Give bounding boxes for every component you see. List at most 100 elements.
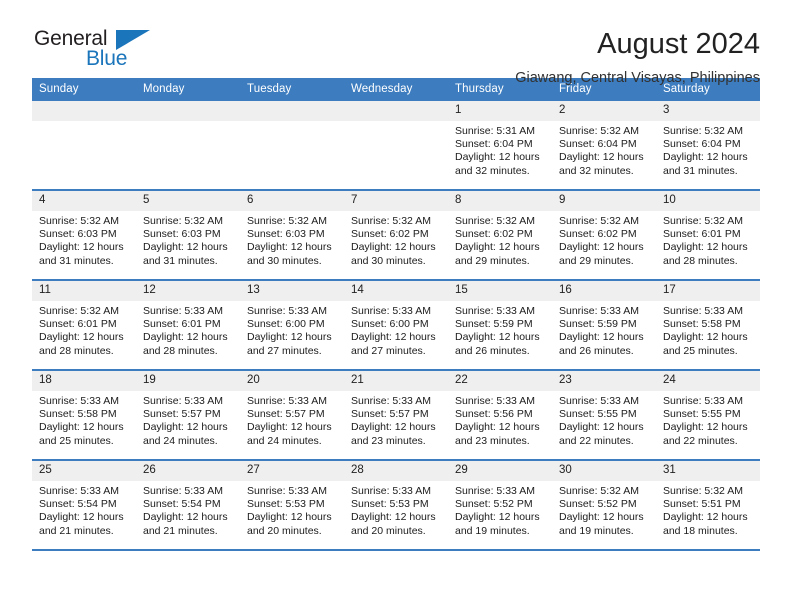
day-number: 9 — [552, 191, 656, 211]
calendar-cell-day[interactable]: 24 Sunrise: 5:33 AM Sunset: 5:55 PM Dayligh… — [656, 369, 760, 460]
calendar-cell-day[interactable]: 20 Sunrise: 5:33 AM Sunset: 5:57 PM Dayligh… — [240, 369, 344, 460]
day-info-line: Sunset: 6:00 PM — [247, 318, 325, 331]
day-sun-info: Sunrise: 5:33 AM Sunset: 5:53 PM Daylight:… — [344, 481, 448, 538]
calendar-cell-day[interactable]: 19 Sunrise: 5:33 AM Sunset: 5:57 PM Dayligh… — [136, 369, 240, 460]
day-cell: 17 Sunrise: 5:33 AM Sunset: 5:58 PM Dayligh… — [656, 281, 760, 369]
day-info-line: Daylight: 12 hours — [247, 241, 332, 254]
day-info-line: and 19 minutes. — [559, 524, 634, 537]
day-info-line: Sunset: 5:51 PM — [663, 498, 741, 511]
day-cell: 10 Sunrise: 5:32 AM Sunset: 6:01 PM Dayligh… — [656, 191, 760, 279]
calendar-cell-day[interactable]: 22 Sunrise: 5:33 AM Sunset: 5:56 PM Dayligh… — [448, 369, 552, 460]
day-number: 24 — [656, 371, 760, 391]
day-number: 29 — [448, 461, 552, 481]
day-sun-info: Sunrise: 5:33 AM Sunset: 5:53 PM Daylight:… — [240, 481, 344, 538]
calendar-cell-day[interactable]: 25 Sunrise: 5:33 AM Sunset: 5:54 PM Dayligh… — [32, 459, 136, 549]
day-info-line: Daylight: 12 hours — [143, 421, 228, 434]
calendar-cell-day[interactable]: 4 Sunrise: 5:32 AM Sunset: 6:03 PM Daylight… — [32, 189, 136, 280]
day-info-line: Daylight: 12 hours — [663, 151, 748, 164]
calendar-week-row: 4 Sunrise: 5:32 AM Sunset: 6:03 PM Daylight… — [32, 189, 760, 280]
day-cell: 28 Sunrise: 5:33 AM Sunset: 5:53 PM Dayligh… — [344, 461, 448, 549]
day-info-line: and 20 minutes. — [247, 524, 322, 537]
day-info-line: Sunset: 6:03 PM — [247, 228, 325, 241]
calendar-cell-day[interactable]: 21 Sunrise: 5:33 AM Sunset: 5:57 PM Dayligh… — [344, 369, 448, 460]
calendar-cell-day[interactable]: 15 Sunrise: 5:33 AM Sunset: 5:59 PM Dayligh… — [448, 279, 552, 370]
calendar-cell-day[interactable]: 23 Sunrise: 5:33 AM Sunset: 5:55 PM Dayligh… — [552, 369, 656, 460]
day-info-line: Sunset: 5:54 PM — [143, 498, 221, 511]
day-number: 20 — [240, 371, 344, 391]
day-info-line: Daylight: 12 hours — [247, 511, 332, 524]
calendar-cell-day[interactable]: 26 Sunrise: 5:33 AM Sunset: 5:54 PM Dayligh… — [136, 459, 240, 549]
calendar-cell-day[interactable]: 11 Sunrise: 5:32 AM Sunset: 6:01 PM Dayligh… — [32, 279, 136, 370]
calendar-cell-day[interactable]: 7 Sunrise: 5:32 AM Sunset: 6:02 PM Daylight… — [344, 189, 448, 280]
calendar-cell-day[interactable]: 6 Sunrise: 5:32 AM Sunset: 6:03 PM Daylight… — [240, 189, 344, 280]
calendar-table: Sunday Monday Tuesday Wednesday Thursday Frid… — [32, 78, 760, 549]
day-info-line: Sunrise: 5:33 AM — [455, 485, 535, 497]
day-info-line: Daylight: 12 hours — [663, 511, 748, 524]
day-info-line: Daylight: 12 hours — [455, 421, 540, 434]
day-info-line: and 18 minutes. — [663, 524, 738, 537]
calendar-cell-day[interactable]: 2 Sunrise: 5:32 AM Sunset: 6:04 PM Daylight… — [552, 101, 656, 190]
calendar-cell-day[interactable]: 3 Sunrise: 5:32 AM Sunset: 6:04 PM Daylight… — [656, 101, 760, 190]
day-cell: 24 Sunrise: 5:33 AM Sunset: 5:55 PM Dayligh… — [656, 371, 760, 459]
calendar-cell-day[interactable]: 31 Sunrise: 5:32 AM Sunset: 5:51 PM Dayligh… — [656, 459, 760, 549]
day-sun-info — [32, 121, 136, 125]
day-info-line: Sunset: 5:55 PM — [663, 408, 741, 421]
day-cell: 15 Sunrise: 5:33 AM Sunset: 5:59 PM Dayligh… — [448, 281, 552, 369]
calendar-cell-day[interactable]: 13 Sunrise: 5:33 AM Sunset: 6:00 PM Dayligh… — [240, 279, 344, 370]
calendar-cell-day[interactable]: 30 Sunrise: 5:32 AM Sunset: 5:52 PM Dayligh… — [552, 459, 656, 549]
day-info-line: and 23 minutes. — [455, 434, 530, 447]
day-cell: 26 Sunrise: 5:33 AM Sunset: 5:54 PM Dayligh… — [136, 461, 240, 549]
calendar-cell-day[interactable]: 18 Sunrise: 5:33 AM Sunset: 5:58 PM Dayligh… — [32, 369, 136, 460]
calendar-cell-day[interactable]: 9 Sunrise: 5:32 AM Sunset: 6:02 PM Daylight… — [552, 189, 656, 280]
calendar-week-row: 18 Sunrise: 5:33 AM Sunset: 5:58 PM Dayligh… — [32, 369, 760, 460]
day-sun-info: Sunrise: 5:33 AM Sunset: 5:55 PM Daylight:… — [552, 391, 656, 448]
calendar-cell-day[interactable]: 27 Sunrise: 5:33 AM Sunset: 5:53 PM Dayligh… — [240, 459, 344, 549]
calendar-cell-day[interactable]: 17 Sunrise: 5:33 AM Sunset: 5:58 PM Dayligh… — [656, 279, 760, 370]
day-cell: 2 Sunrise: 5:32 AM Sunset: 6:04 PM Daylight… — [552, 101, 656, 189]
day-info-line: Sunset: 5:57 PM — [143, 408, 221, 421]
day-cell: 29 Sunrise: 5:33 AM Sunset: 5:52 PM Dayligh… — [448, 461, 552, 549]
day-sun-info: Sunrise: 5:33 AM Sunset: 5:52 PM Daylight:… — [448, 481, 552, 538]
day-cell: 30 Sunrise: 5:32 AM Sunset: 5:52 PM Dayligh… — [552, 461, 656, 549]
calendar-cell-day[interactable]: 16 Sunrise: 5:33 AM Sunset: 5:59 PM Dayligh… — [552, 279, 656, 370]
day-sun-info: Sunrise: 5:33 AM Sunset: 6:00 PM Daylight:… — [240, 301, 344, 358]
calendar-cell-day[interactable]: 12 Sunrise: 5:33 AM Sunset: 6:01 PM Dayligh… — [136, 279, 240, 370]
calendar-bottom-rule — [32, 549, 760, 551]
day-sun-info — [240, 121, 344, 125]
day-info-line: Sunset: 6:01 PM — [39, 318, 117, 331]
calendar-body: 1 Sunrise: 5:31 AM Sunset: 6:04 PM Daylight… — [32, 101, 760, 549]
day-sun-info: Sunrise: 5:32 AM Sunset: 6:03 PM Daylight:… — [136, 211, 240, 268]
title-block: August 2024 Giawang, Central Visayas, Ph… — [157, 27, 760, 88]
day-info-line: Sunrise: 5:33 AM — [663, 395, 743, 407]
day-info-line: Sunset: 5:52 PM — [559, 498, 637, 511]
day-sun-info: Sunrise: 5:33 AM Sunset: 5:58 PM Daylight:… — [656, 301, 760, 358]
day-cell: 4 Sunrise: 5:32 AM Sunset: 6:03 PM Daylight… — [32, 191, 136, 279]
day-info-line: Sunrise: 5:32 AM — [559, 485, 639, 497]
calendar-cell-day[interactable]: 1 Sunrise: 5:31 AM Sunset: 6:04 PM Daylight… — [448, 101, 552, 190]
day-info-line: Daylight: 12 hours — [143, 241, 228, 254]
day-sun-info: Sunrise: 5:32 AM Sunset: 5:52 PM Daylight:… — [552, 481, 656, 538]
day-info-line: and 27 minutes. — [247, 344, 322, 357]
calendar-cell-day[interactable]: 29 Sunrise: 5:33 AM Sunset: 5:52 PM Dayligh… — [448, 459, 552, 549]
day-info-line: Sunset: 6:04 PM — [559, 138, 637, 151]
day-info-line: Sunrise: 5:32 AM — [559, 125, 639, 137]
day-number: 10 — [656, 191, 760, 211]
calendar-cell-day[interactable]: 14 Sunrise: 5:33 AM Sunset: 6:00 PM Dayligh… — [344, 279, 448, 370]
day-cell: 25 Sunrise: 5:33 AM Sunset: 5:54 PM Dayligh… — [32, 461, 136, 549]
day-number: 25 — [32, 461, 136, 481]
calendar-cell-day[interactable]: 10 Sunrise: 5:32 AM Sunset: 6:01 PM Dayligh… — [656, 189, 760, 280]
calendar-cell-day[interactable]: 5 Sunrise: 5:32 AM Sunset: 6:03 PM Daylight… — [136, 189, 240, 280]
day-cell: 19 Sunrise: 5:33 AM Sunset: 5:57 PM Dayligh… — [136, 371, 240, 459]
day-info-line: and 27 minutes. — [351, 344, 426, 357]
day-info-line: Daylight: 12 hours — [143, 331, 228, 344]
calendar-cell-day[interactable]: 8 Sunrise: 5:32 AM Sunset: 6:02 PM Daylight… — [448, 189, 552, 280]
day-sun-info: Sunrise: 5:33 AM Sunset: 5:59 PM Daylight:… — [552, 301, 656, 358]
day-cell: 16 Sunrise: 5:33 AM Sunset: 5:59 PM Dayligh… — [552, 281, 656, 369]
day-info-line: Sunrise: 5:32 AM — [39, 215, 119, 227]
day-cell: 12 Sunrise: 5:33 AM Sunset: 6:01 PM Dayligh… — [136, 281, 240, 369]
weekday-header-sunday: Sunday — [32, 78, 136, 101]
day-number: 3 — [656, 101, 760, 121]
day-sun-info: Sunrise: 5:32 AM Sunset: 6:02 PM Daylight:… — [448, 211, 552, 268]
calendar-cell-day[interactable]: 28 Sunrise: 5:33 AM Sunset: 5:53 PM Dayligh… — [344, 459, 448, 549]
day-info-line: Sunrise: 5:32 AM — [663, 215, 743, 227]
